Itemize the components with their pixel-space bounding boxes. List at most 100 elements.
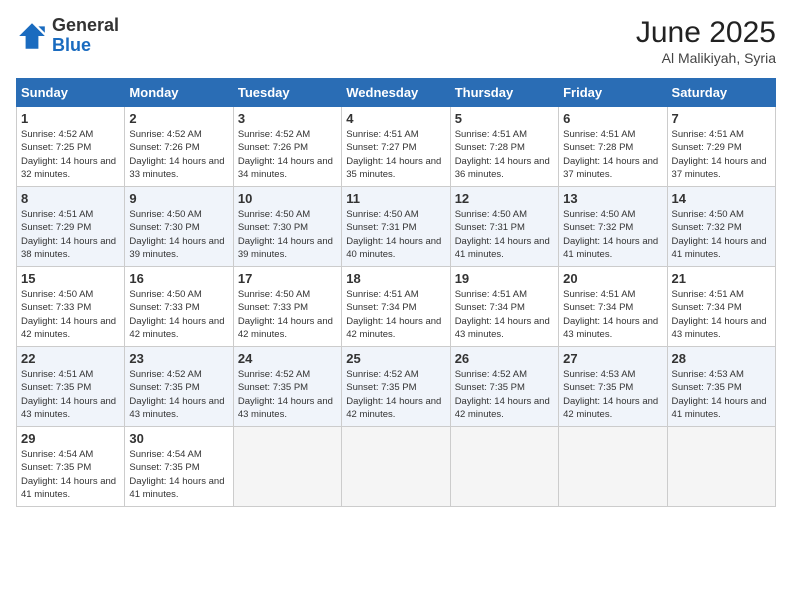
calendar-cell: 26 Sunrise: 4:52 AM Sunset: 7:35 PM Dayl… — [450, 347, 558, 427]
day-number: 4 — [346, 111, 445, 126]
calendar-week-1: 1 Sunrise: 4:52 AM Sunset: 7:25 PM Dayli… — [17, 107, 776, 187]
calendar-cell: 13 Sunrise: 4:50 AM Sunset: 7:32 PM Dayl… — [559, 187, 667, 267]
day-number: 22 — [21, 351, 120, 366]
calendar-cell — [233, 427, 341, 507]
day-number: 6 — [563, 111, 662, 126]
day-number: 5 — [455, 111, 554, 126]
day-number: 16 — [129, 271, 228, 286]
day-info: Sunrise: 4:50 AM Sunset: 7:32 PM Dayligh… — [672, 208, 771, 261]
calendar-table: Sunday Monday Tuesday Wednesday Thursday… — [16, 78, 776, 507]
day-info: Sunrise: 4:50 AM Sunset: 7:32 PM Dayligh… — [563, 208, 662, 261]
day-info: Sunrise: 4:52 AM Sunset: 7:35 PM Dayligh… — [455, 368, 554, 421]
day-info: Sunrise: 4:50 AM Sunset: 7:33 PM Dayligh… — [238, 288, 337, 341]
calendar-cell: 25 Sunrise: 4:52 AM Sunset: 7:35 PM Dayl… — [342, 347, 450, 427]
day-info: Sunrise: 4:52 AM Sunset: 7:26 PM Dayligh… — [238, 128, 337, 181]
calendar-cell — [559, 427, 667, 507]
day-info: Sunrise: 4:51 AM Sunset: 7:29 PM Dayligh… — [672, 128, 771, 181]
logo-icon — [16, 20, 48, 52]
day-number: 11 — [346, 191, 445, 206]
calendar-cell: 30 Sunrise: 4:54 AM Sunset: 7:35 PM Dayl… — [125, 427, 233, 507]
day-number: 3 — [238, 111, 337, 126]
logo-text: General Blue — [52, 16, 119, 56]
logo-general: General — [52, 16, 119, 36]
day-number: 8 — [21, 191, 120, 206]
day-info: Sunrise: 4:52 AM Sunset: 7:25 PM Dayligh… — [21, 128, 120, 181]
calendar-cell: 20 Sunrise: 4:51 AM Sunset: 7:34 PM Dayl… — [559, 267, 667, 347]
day-number: 27 — [563, 351, 662, 366]
day-number: 23 — [129, 351, 228, 366]
day-info: Sunrise: 4:52 AM Sunset: 7:35 PM Dayligh… — [238, 368, 337, 421]
calendar-cell: 4 Sunrise: 4:51 AM Sunset: 7:27 PM Dayli… — [342, 107, 450, 187]
day-info: Sunrise: 4:51 AM Sunset: 7:28 PM Dayligh… — [563, 128, 662, 181]
day-info: Sunrise: 4:51 AM Sunset: 7:34 PM Dayligh… — [346, 288, 445, 341]
title-block: June 2025 Al Malikiyah, Syria — [636, 16, 776, 66]
calendar-cell: 14 Sunrise: 4:50 AM Sunset: 7:32 PM Dayl… — [667, 187, 775, 267]
calendar-cell: 28 Sunrise: 4:53 AM Sunset: 7:35 PM Dayl… — [667, 347, 775, 427]
header-row: Sunday Monday Tuesday Wednesday Thursday… — [17, 79, 776, 107]
calendar-week-5: 29 Sunrise: 4:54 AM Sunset: 7:35 PM Dayl… — [17, 427, 776, 507]
day-info: Sunrise: 4:50 AM Sunset: 7:30 PM Dayligh… — [129, 208, 228, 261]
day-info: Sunrise: 4:50 AM Sunset: 7:33 PM Dayligh… — [129, 288, 228, 341]
day-info: Sunrise: 4:52 AM Sunset: 7:35 PM Dayligh… — [346, 368, 445, 421]
day-number: 20 — [563, 271, 662, 286]
calendar-cell: 17 Sunrise: 4:50 AM Sunset: 7:33 PM Dayl… — [233, 267, 341, 347]
day-info: Sunrise: 4:52 AM Sunset: 7:35 PM Dayligh… — [129, 368, 228, 421]
day-number: 21 — [672, 271, 771, 286]
location-title: Al Malikiyah, Syria — [636, 50, 776, 66]
logo-blue: Blue — [52, 36, 119, 56]
calendar-cell: 2 Sunrise: 4:52 AM Sunset: 7:26 PM Dayli… — [125, 107, 233, 187]
day-number: 25 — [346, 351, 445, 366]
col-thursday: Thursday — [450, 79, 558, 107]
calendar-cell: 7 Sunrise: 4:51 AM Sunset: 7:29 PM Dayli… — [667, 107, 775, 187]
day-number: 9 — [129, 191, 228, 206]
calendar-cell: 23 Sunrise: 4:52 AM Sunset: 7:35 PM Dayl… — [125, 347, 233, 427]
day-number: 2 — [129, 111, 228, 126]
col-friday: Friday — [559, 79, 667, 107]
day-number: 26 — [455, 351, 554, 366]
logo: General Blue — [16, 16, 119, 56]
calendar-cell: 29 Sunrise: 4:54 AM Sunset: 7:35 PM Dayl… — [17, 427, 125, 507]
day-info: Sunrise: 4:50 AM Sunset: 7:31 PM Dayligh… — [346, 208, 445, 261]
calendar-cell: 21 Sunrise: 4:51 AM Sunset: 7:34 PM Dayl… — [667, 267, 775, 347]
col-sunday: Sunday — [17, 79, 125, 107]
calendar-cell: 27 Sunrise: 4:53 AM Sunset: 7:35 PM Dayl… — [559, 347, 667, 427]
calendar-cell: 3 Sunrise: 4:52 AM Sunset: 7:26 PM Dayli… — [233, 107, 341, 187]
calendar-cell: 9 Sunrise: 4:50 AM Sunset: 7:30 PM Dayli… — [125, 187, 233, 267]
day-number: 29 — [21, 431, 120, 446]
day-info: Sunrise: 4:50 AM Sunset: 7:31 PM Dayligh… — [455, 208, 554, 261]
calendar-cell: 19 Sunrise: 4:51 AM Sunset: 7:34 PM Dayl… — [450, 267, 558, 347]
day-info: Sunrise: 4:52 AM Sunset: 7:26 PM Dayligh… — [129, 128, 228, 181]
day-info: Sunrise: 4:54 AM Sunset: 7:35 PM Dayligh… — [129, 448, 228, 501]
day-number: 13 — [563, 191, 662, 206]
day-number: 19 — [455, 271, 554, 286]
day-number: 7 — [672, 111, 771, 126]
calendar-cell: 1 Sunrise: 4:52 AM Sunset: 7:25 PM Dayli… — [17, 107, 125, 187]
calendar-week-2: 8 Sunrise: 4:51 AM Sunset: 7:29 PM Dayli… — [17, 187, 776, 267]
day-info: Sunrise: 4:51 AM Sunset: 7:27 PM Dayligh… — [346, 128, 445, 181]
day-info: Sunrise: 4:51 AM Sunset: 7:28 PM Dayligh… — [455, 128, 554, 181]
day-info: Sunrise: 4:54 AM Sunset: 7:35 PM Dayligh… — [21, 448, 120, 501]
day-info: Sunrise: 4:51 AM Sunset: 7:34 PM Dayligh… — [455, 288, 554, 341]
day-number: 1 — [21, 111, 120, 126]
day-number: 30 — [129, 431, 228, 446]
calendar-cell: 16 Sunrise: 4:50 AM Sunset: 7:33 PM Dayl… — [125, 267, 233, 347]
calendar-cell — [342, 427, 450, 507]
day-number: 17 — [238, 271, 337, 286]
day-info: Sunrise: 4:51 AM Sunset: 7:34 PM Dayligh… — [672, 288, 771, 341]
day-number: 28 — [672, 351, 771, 366]
day-number: 14 — [672, 191, 771, 206]
calendar-cell: 22 Sunrise: 4:51 AM Sunset: 7:35 PM Dayl… — [17, 347, 125, 427]
day-info: Sunrise: 4:53 AM Sunset: 7:35 PM Dayligh… — [563, 368, 662, 421]
calendar-cell: 8 Sunrise: 4:51 AM Sunset: 7:29 PM Dayli… — [17, 187, 125, 267]
day-info: Sunrise: 4:51 AM Sunset: 7:29 PM Dayligh… — [21, 208, 120, 261]
day-number: 24 — [238, 351, 337, 366]
calendar-week-3: 15 Sunrise: 4:50 AM Sunset: 7:33 PM Dayl… — [17, 267, 776, 347]
calendar-week-4: 22 Sunrise: 4:51 AM Sunset: 7:35 PM Dayl… — [17, 347, 776, 427]
col-monday: Monday — [125, 79, 233, 107]
col-wednesday: Wednesday — [342, 79, 450, 107]
calendar-cell: 10 Sunrise: 4:50 AM Sunset: 7:30 PM Dayl… — [233, 187, 341, 267]
day-number: 10 — [238, 191, 337, 206]
day-info: Sunrise: 4:50 AM Sunset: 7:33 PM Dayligh… — [21, 288, 120, 341]
calendar-cell: 15 Sunrise: 4:50 AM Sunset: 7:33 PM Dayl… — [17, 267, 125, 347]
calendar-cell: 24 Sunrise: 4:52 AM Sunset: 7:35 PM Dayl… — [233, 347, 341, 427]
